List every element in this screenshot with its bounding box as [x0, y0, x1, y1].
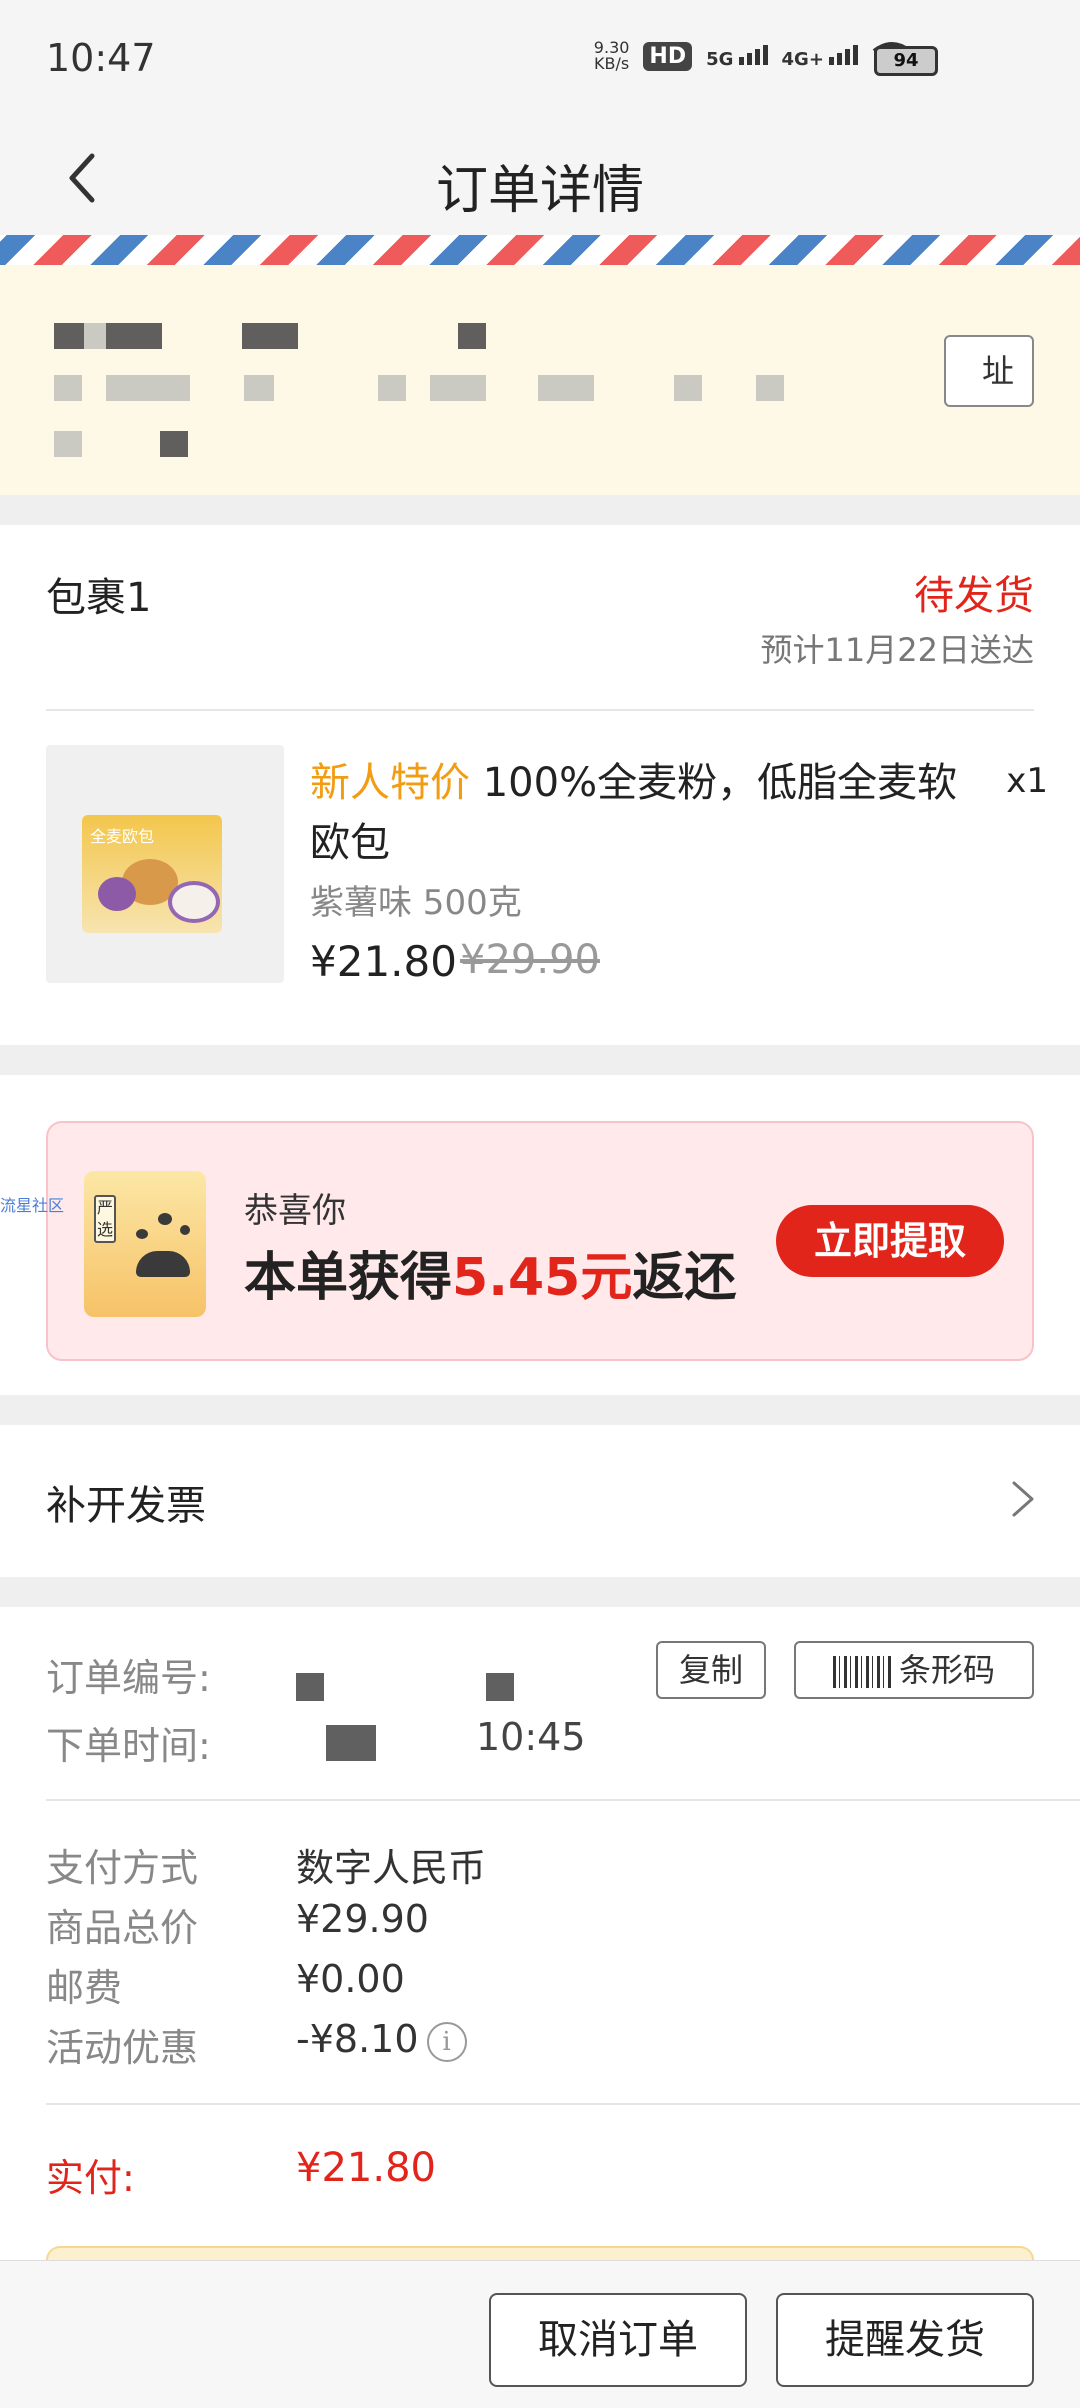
- product-price: ¥21.80: [310, 937, 457, 986]
- paid-value: ¥21.80: [296, 2145, 436, 2191]
- status-time: 10:47: [46, 36, 156, 80]
- discount-value: -¥8.10 i: [296, 2017, 467, 2062]
- product-name[interactable]: 新人特价 100%全麦粉，低脂全麦软欧包: [310, 753, 990, 873]
- redacted-text: [106, 375, 190, 401]
- order-info-card: 订单编号: 复制 条形码 下单时间: 10:45 支付方式 数字人民币 商品总价…: [0, 1607, 1080, 2260]
- redacted-text: [486, 1673, 514, 1701]
- chevron-left-icon[interactable]: [58, 148, 118, 208]
- remind-shipping-button[interactable]: 提醒发货: [776, 2293, 1034, 2387]
- order-time-value: 10:45: [476, 1715, 586, 1759]
- redacted-text: [54, 323, 84, 349]
- redacted-text: [296, 1673, 324, 1701]
- cancel-order-button[interactable]: 取消订单: [489, 2293, 747, 2387]
- bottom-action-bar: 取消订单 提醒发货: [0, 2260, 1080, 2408]
- redacted-text: [54, 431, 82, 457]
- package-title: 包裹1: [46, 575, 152, 621]
- product-spec: 紫薯味 500克: [310, 883, 522, 923]
- payment-method-label: 支付方式: [46, 1846, 199, 1890]
- redacted-text: [244, 375, 274, 401]
- network-speed: 9.30 KB/s: [593, 38, 630, 73]
- divider: [46, 1799, 1080, 1801]
- shipping-fee-label: 邮费: [46, 1966, 123, 2010]
- yanxuan-logo: 严选: [84, 1171, 206, 1317]
- side-watermark: 流星社区: [0, 1196, 65, 1215]
- chevron-right-icon: [1012, 1481, 1034, 1517]
- cashback-card: 严选 恭喜你 本单获得5.45元返还 立即提取: [0, 1075, 1080, 1395]
- address-card[interactable]: 址: [0, 235, 1080, 495]
- product-image[interactable]: 全麦欧包: [46, 745, 284, 983]
- redacted-text: [242, 323, 298, 349]
- barcode-button[interactable]: 条形码: [794, 1641, 1034, 1699]
- airmail-stripe: [0, 235, 1080, 265]
- signal-4g-icon: 4G+: [782, 43, 858, 70]
- claim-cashback-button[interactable]: 立即提取: [776, 1205, 1004, 1277]
- package-card: 包裹1 待发货 预计11月22日送达 全麦欧包 新人特价 100%全麦粉，低脂全…: [0, 525, 1080, 1045]
- goods-total-label: 商品总价: [46, 1906, 199, 1950]
- nav-bar: 订单详情: [0, 120, 1080, 235]
- hd-icon: HD: [643, 41, 693, 71]
- goods-total-value: ¥29.90: [296, 1897, 429, 1941]
- payment-method-value: 数字人民币: [296, 1846, 487, 1890]
- order-time-label: 下单时间:: [46, 1724, 211, 1768]
- delivery-eta: 预计11月22日送达: [760, 631, 1034, 669]
- shipping-fee-value: ¥0.00: [296, 1957, 405, 2001]
- paid-label: 实付:: [46, 2156, 135, 2200]
- promo-tag: 新人特价: [310, 760, 470, 806]
- cashback-amount: 5.45元: [452, 1248, 633, 1308]
- cashback-banner[interactable]: 严选 恭喜你 本单获得5.45元返还 立即提取: [46, 1121, 1034, 1361]
- info-icon[interactable]: i: [426, 2021, 467, 2062]
- discount-label: 活动优惠: [46, 2026, 199, 2070]
- invoice-row[interactable]: 补开发票: [0, 1425, 1080, 1577]
- redacted-text: [430, 375, 486, 401]
- cashback-greeting: 恭喜你: [244, 1191, 346, 1231]
- redacted-text: [160, 431, 188, 457]
- invoice-label: 补开发票: [46, 1483, 206, 1529]
- divider: [46, 2103, 1080, 2105]
- address-edit-button[interactable]: 址: [944, 335, 1034, 407]
- copy-button[interactable]: 复制: [656, 1641, 766, 1699]
- redacted-text: [326, 1725, 376, 1761]
- redacted-text: [378, 375, 406, 401]
- status-icons: 9.30 KB/s HD 5G 4G+: [594, 40, 912, 72]
- status-badge: 待发货: [914, 573, 1034, 619]
- redacted-text: [674, 375, 702, 401]
- order-number-label: 订单编号:: [46, 1656, 211, 1700]
- barcode-icon: [832, 1656, 891, 1688]
- redacted-text: [106, 323, 162, 349]
- redacted-text: [54, 375, 82, 401]
- status-bar: 10:47 9.30 KB/s HD 5G 4G+ 94: [0, 0, 1080, 120]
- cashback-message: 本单获得5.45元返还: [244, 1248, 737, 1308]
- redacted-text: [458, 323, 486, 349]
- redacted-text: [756, 375, 784, 401]
- redacted-text: [84, 323, 106, 349]
- page-title: 订单详情: [435, 161, 644, 221]
- product-quantity: x1: [1006, 761, 1048, 801]
- battery-icon: 94: [874, 46, 938, 76]
- divider: [46, 709, 1034, 711]
- signal-5g-icon: 5G: [706, 43, 768, 70]
- redacted-text: [538, 375, 594, 401]
- product-original-price: ¥29.90: [460, 937, 600, 983]
